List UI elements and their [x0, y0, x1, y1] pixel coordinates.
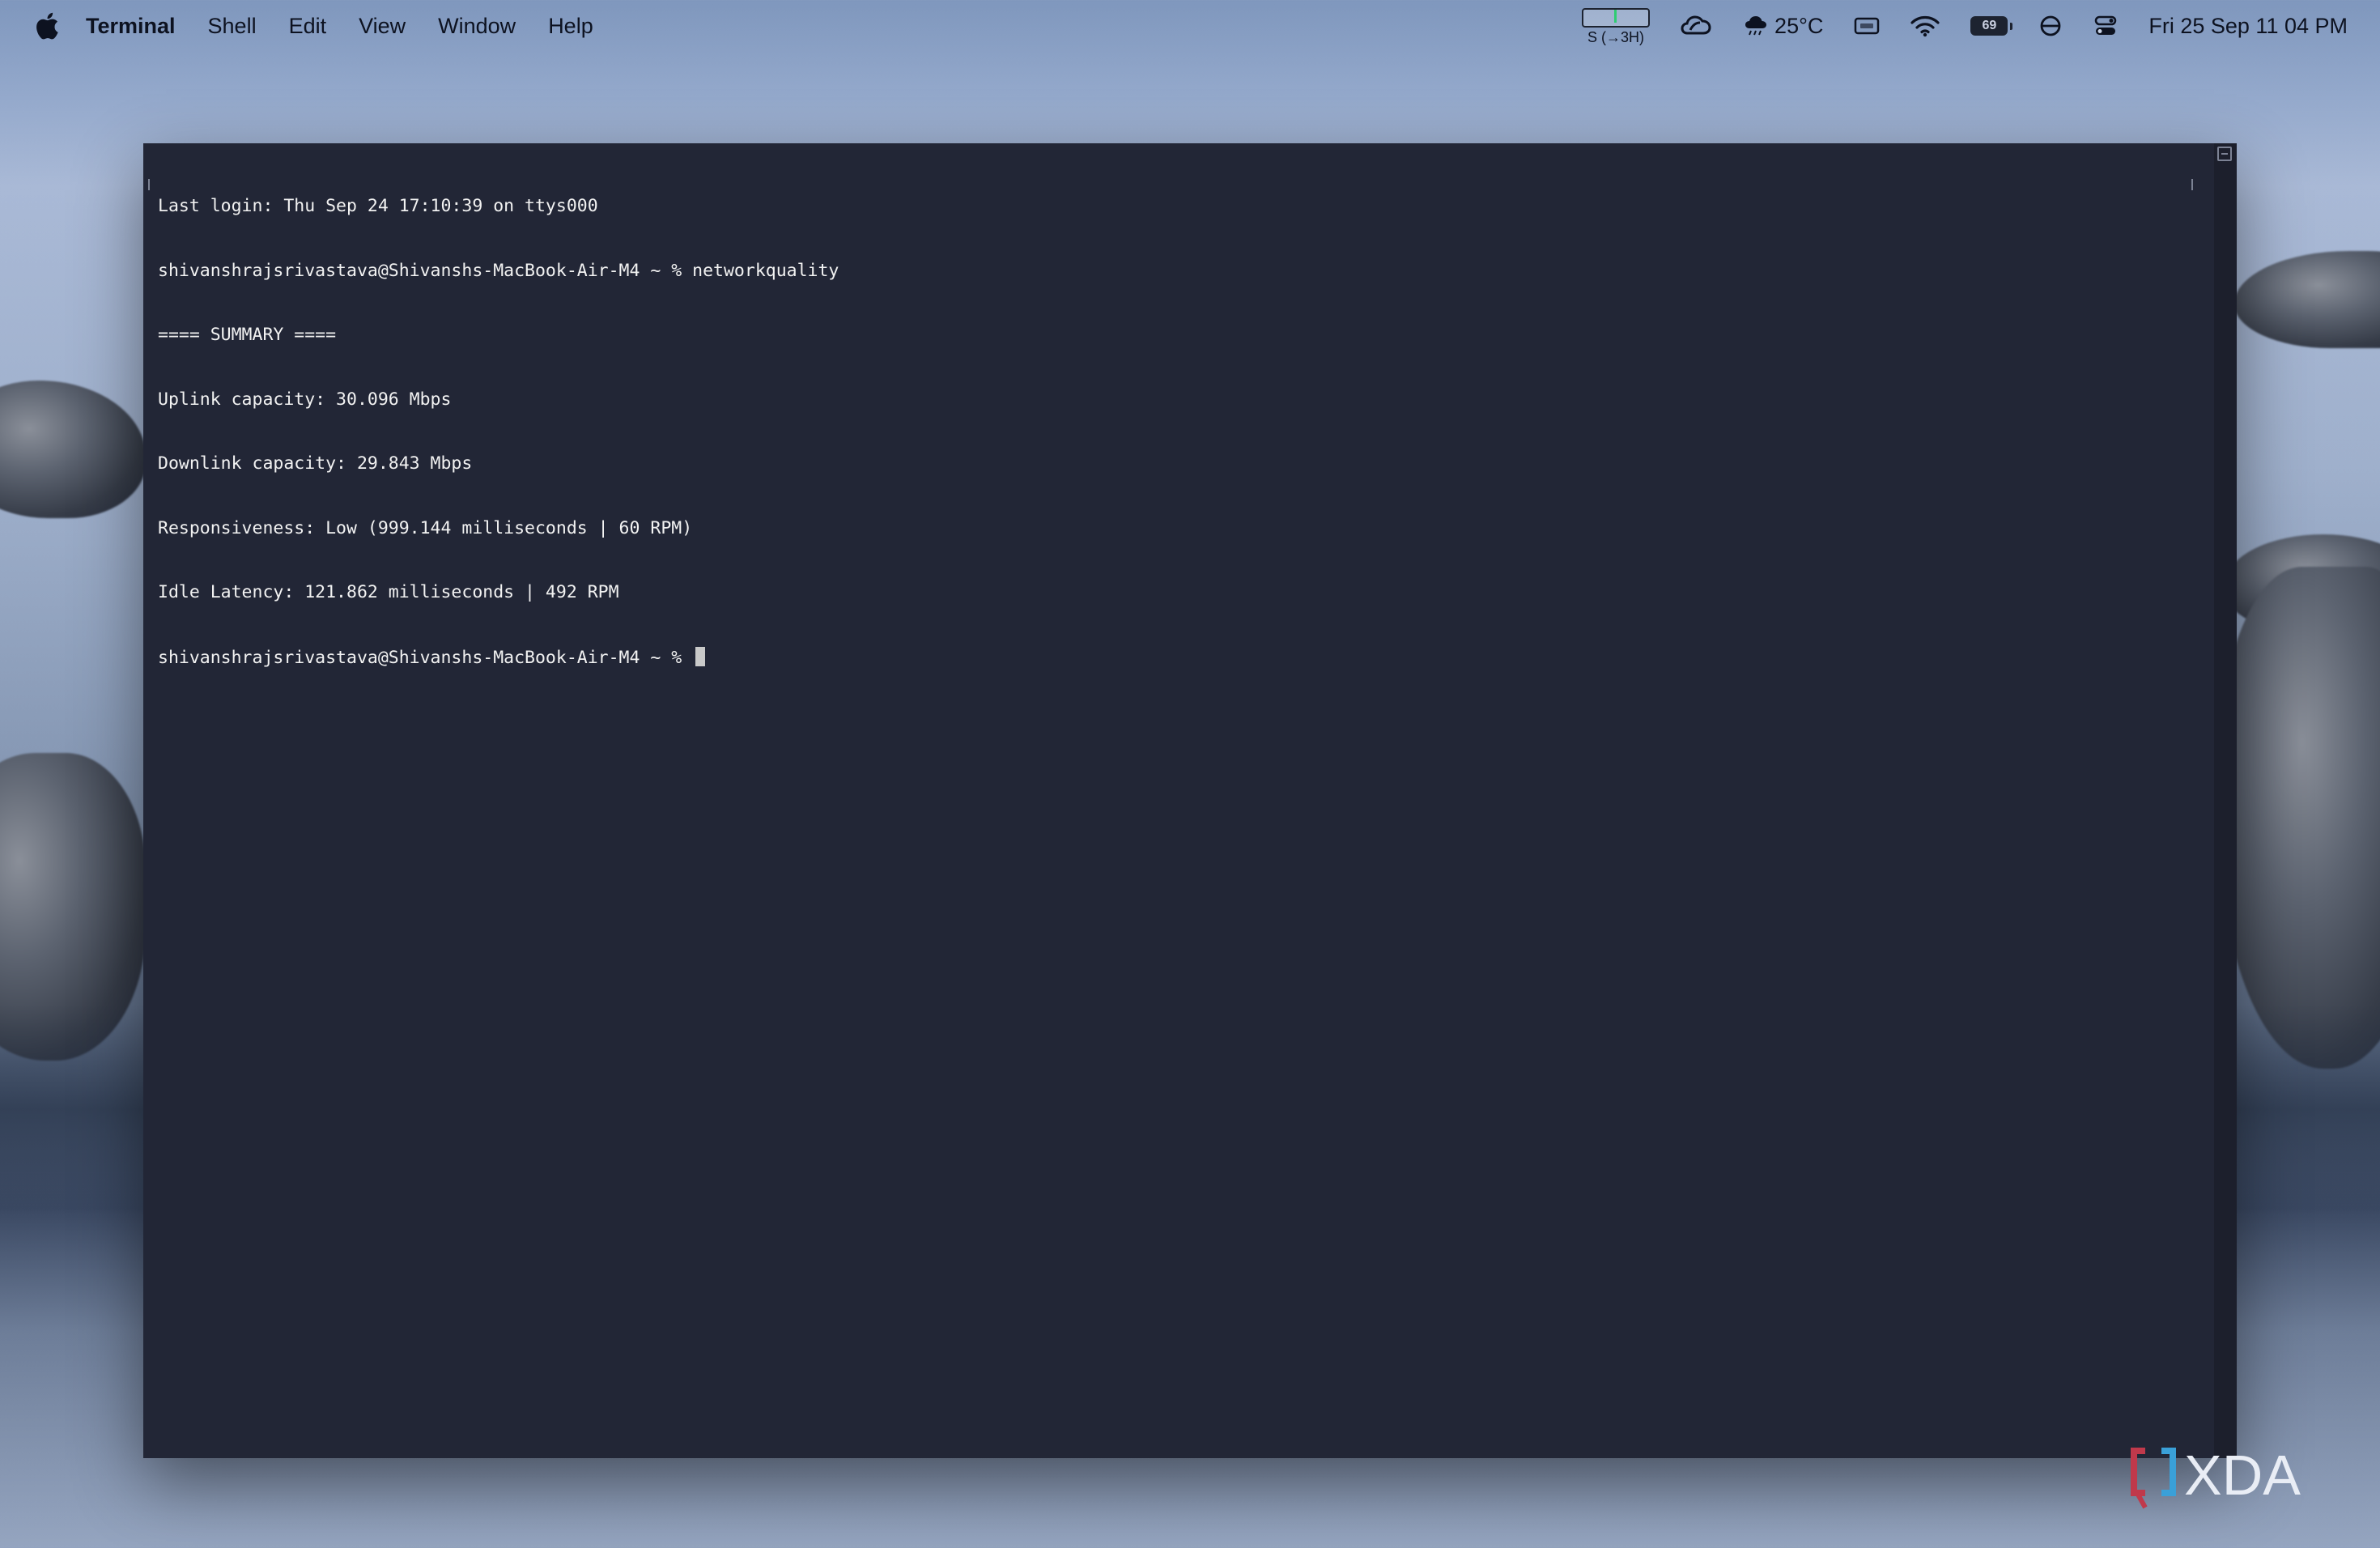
desktop-rock: [2218, 567, 2380, 1069]
weather-widget[interactable]: 25°C: [1744, 14, 1823, 39]
terminal-line: Responsiveness: Low (999.144 millisecond…: [158, 517, 693, 538]
xda-watermark-text: XDA: [2184, 1444, 2301, 1507]
cpu-monitor-label: S (→3H): [1587, 28, 1645, 45]
scrollbar[interactable]: [2214, 143, 2237, 1458]
status-area: S (→3H) 25°C 69 Fri 25 Sep 11 04 PM: [1582, 0, 2348, 52]
terminal-window[interactable]: Last login: Thu Sep 24 17:10:39 on ttys0…: [143, 143, 2237, 1458]
terminal-line: Downlink capacity: 29.843 Mbps: [158, 453, 473, 474]
split-pane-icon[interactable]: [2217, 147, 2232, 161]
mark-indicator: [148, 179, 150, 190]
text-cursor: [695, 646, 706, 666]
xda-watermark-logo: XDA: [2129, 1443, 2356, 1517]
menu-help[interactable]: Help: [548, 14, 593, 39]
desktop-rock: [2234, 251, 2380, 348]
app-name-menu[interactable]: Terminal: [86, 14, 176, 39]
terminal-prompt-line[interactable]: shivanshrajsrivastava@Shivanshs-MacBook-…: [158, 646, 2204, 669]
menu-window[interactable]: Window: [438, 14, 516, 39]
cpu-monitor-widget[interactable]: S (→3H): [1582, 4, 1651, 49]
terminal-prompt: shivanshrajsrivastava@Shivanshs-MacBook-…: [158, 647, 693, 668]
rain-cloud-icon: [1744, 15, 1768, 37]
terminal-line: Uplink capacity: 30.096 Mbps: [158, 389, 452, 410]
scroll-mark-indicator: [2191, 179, 2193, 190]
menu-edit[interactable]: Edit: [289, 14, 327, 39]
menu-bar: Terminal Shell Edit View Window Help S (…: [0, 0, 2380, 52]
creative-cloud-icon[interactable]: [1681, 14, 1713, 38]
menu-view[interactable]: View: [359, 14, 406, 39]
terminal-output[interactable]: Last login: Thu Sep 24 17:10:39 on ttys0…: [158, 153, 2204, 1458]
apple-menu-icon[interactable]: [31, 10, 63, 42]
menu-shell[interactable]: Shell: [208, 14, 257, 39]
terminal-line: shivanshrajsrivastava@Shivanshs-MacBook-…: [158, 260, 839, 281]
terminal-line: Last login: Thu Sep 24 17:10:39 on ttys0…: [158, 196, 598, 216]
terminal-line: ==== SUMMARY ====: [158, 325, 337, 345]
cpu-bar-icon: [1582, 7, 1651, 28]
focus-mode-icon[interactable]: [2038, 14, 2063, 38]
control-center-icon[interactable]: [2093, 14, 2118, 38]
weather-temperature: 25°C: [1774, 13, 1824, 38]
battery-icon[interactable]: 69: [1970, 16, 2013, 36]
desktop-rock: [0, 381, 146, 518]
terminal-line: Idle Latency: 121.862 milliseconds | 492…: [158, 582, 619, 602]
wifi-icon[interactable]: [1910, 15, 1940, 37]
menu-bar-clock[interactable]: Fri 25 Sep 11 04 PM: [2148, 14, 2348, 39]
keyboard-input-icon[interactable]: [1854, 16, 1880, 36]
